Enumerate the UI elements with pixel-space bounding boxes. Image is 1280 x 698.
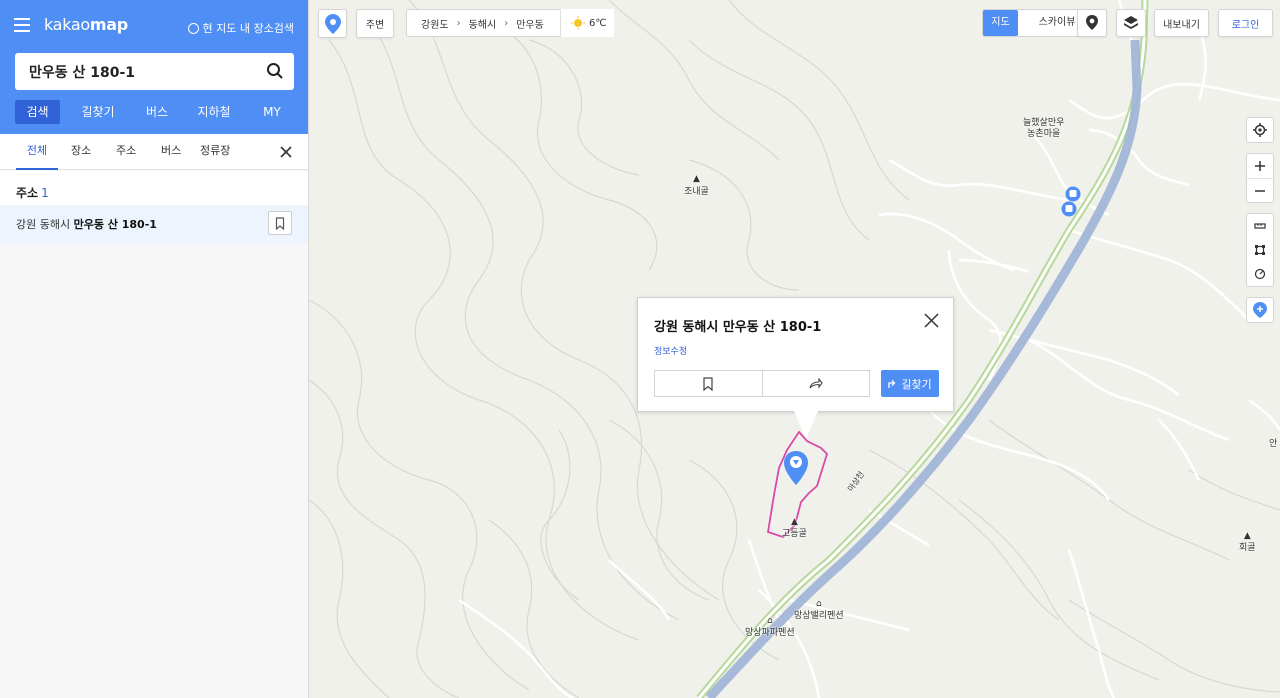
map-label-valley-pension[interactable]: ⌂ 망상밸리펜션 [794,598,844,622]
popup-title: 강원 동해시 만우동 산 180-1 [654,320,822,335]
nearby-pin-button[interactable] [318,9,347,38]
weather-temp: 6℃ [589,17,607,29]
add-pin-icon [1253,302,1267,318]
current-location-button[interactable] [1247,118,1273,142]
region-search-label: 현 지도 내 장소검색 [202,22,294,35]
popup-share-button[interactable] [761,371,870,396]
layers-icon [1124,16,1138,29]
directions-label: 길찾기 [901,377,932,391]
bookmark-icon [703,376,713,391]
radius-icon [1254,268,1266,280]
popup-tail [794,411,818,439]
map-label-godeunggol: ▲ 고등골 [782,517,807,539]
region-search-toggle[interactable]: 현 지도 내 장소검색 [187,20,294,36]
map-label-village: 늘했살만우 농촌마을 [1023,118,1065,139]
map-label-papa-pension[interactable]: ⌂ 망상파파펜션 [745,615,795,639]
tab-subway[interactable]: 지하철 [181,100,247,124]
hamburger-menu-icon[interactable] [14,18,30,32]
sidebar: kakaomap 현 지도 내 장소검색 검색 길찾기 버스 지하철 MY 전체… [0,0,309,698]
breadcrumb-dong[interactable]: 만우동 [516,16,544,31]
pin-icon [324,13,341,34]
breadcrumb-separator: › [456,17,461,29]
sidebar-tabs: 검색 길찾기 버스 지하철 MY [15,100,297,124]
bus-stop-icon[interactable] [1061,201,1077,217]
popup-directions-button[interactable]: 길찾기 [881,370,939,397]
kakaomap-logo[interactable]: kakaomap [44,15,128,34]
map-label-an: 안 [1269,439,1278,449]
close-icon[interactable] [280,146,292,158]
filter-tab-address[interactable]: 주소 [116,134,136,170]
map-label-hoegol: ▲ 회골 [1239,531,1256,553]
add-place-button[interactable] [1247,298,1273,322]
distance-tool-button[interactable] [1247,214,1273,238]
filter-tab-place[interactable]: 장소 [71,134,91,170]
map-label-jonaegol: ▲ 조내골 [684,174,709,197]
area-tool-button[interactable] [1247,238,1273,262]
zoom-out-button[interactable] [1247,178,1273,202]
result-filter-tabs: 전체 장소 주소 버스 정류장 [0,134,308,170]
minus-icon [1255,189,1265,192]
plus-icon [1255,161,1265,171]
tab-bus[interactable]: 버스 [133,100,181,124]
result-header: 주소 1 [16,186,49,200]
tab-my[interactable]: MY [247,100,297,124]
breadcrumb-city[interactable]: 동해시 [469,16,497,31]
tab-directions[interactable]: 길찾기 [63,100,133,124]
roadview-button[interactable] [1077,9,1107,37]
radius-tool-button[interactable] [1247,262,1273,286]
search-icon[interactable] [266,62,284,80]
map-type-map[interactable]: 지도 [983,10,1018,36]
current-location-control [1246,117,1274,143]
search-input[interactable] [15,53,255,90]
zoom-in-button[interactable] [1247,154,1273,178]
popup-bookmark-button[interactable] [655,371,762,396]
measure-tools [1246,213,1274,287]
tab-search[interactable]: 검색 [15,100,60,124]
export-button[interactable]: 내보내기 [1154,9,1209,37]
directions-icon [888,379,896,388]
bookmark-button[interactable] [268,211,292,235]
breadcrumb-province[interactable]: 강원도 [421,16,449,31]
address-info-popup: 강원 동해시 만우동 산 180-1 정보수정 길찾기 [637,297,954,412]
roadview-pin-icon [1086,15,1098,30]
ruler-icon [1254,223,1266,229]
close-icon[interactable] [924,313,939,328]
nearby-button[interactable]: 주변 [356,9,394,38]
share-icon [809,377,823,389]
map-view[interactable]: 늘했살만우 농촌마을 ▲ 조내골 ▲ 고등골 ▲ 회골 ⌂ 망상밸리펜션 ⌂ 망상파파펜션 … [309,0,1280,698]
add-place-control [1246,297,1274,323]
result-count: 1 [41,186,49,200]
edit-info-link[interactable]: 정보수정 [654,344,687,357]
address-results: 주소 1 강원 동해시 만우동 산 180-1 [0,171,308,245]
bus-stop-icon[interactable] [1065,186,1081,202]
location-marker-icon[interactable] [783,450,809,486]
area-icon [1255,245,1265,255]
layers-button[interactable] [1116,9,1146,37]
result-address: 강원 동해시 만우동 산 180-1 [16,218,157,231]
filter-tab-stop[interactable]: 정류장 [200,134,230,170]
bookmark-icon [275,217,285,231]
radio-icon [187,22,199,34]
weather-widget[interactable]: 6℃ [560,9,614,37]
breadcrumb-separator: › [504,17,509,29]
sun-icon [571,16,585,30]
login-button[interactable]: 로그인 [1218,9,1273,37]
popup-action-buttons [654,370,870,397]
zoom-control [1246,153,1274,203]
search-box [15,53,294,90]
crosshair-icon [1253,123,1267,137]
filter-tab-bus[interactable]: 버스 [161,134,181,170]
sidebar-header: kakaomap 현 지도 내 장소검색 검색 길찾기 버스 지하철 MY [0,0,308,134]
list-item[interactable]: 강원 동해시 만우동 산 180-1 [0,205,308,245]
filter-tab-all[interactable]: 전체 [16,134,58,170]
